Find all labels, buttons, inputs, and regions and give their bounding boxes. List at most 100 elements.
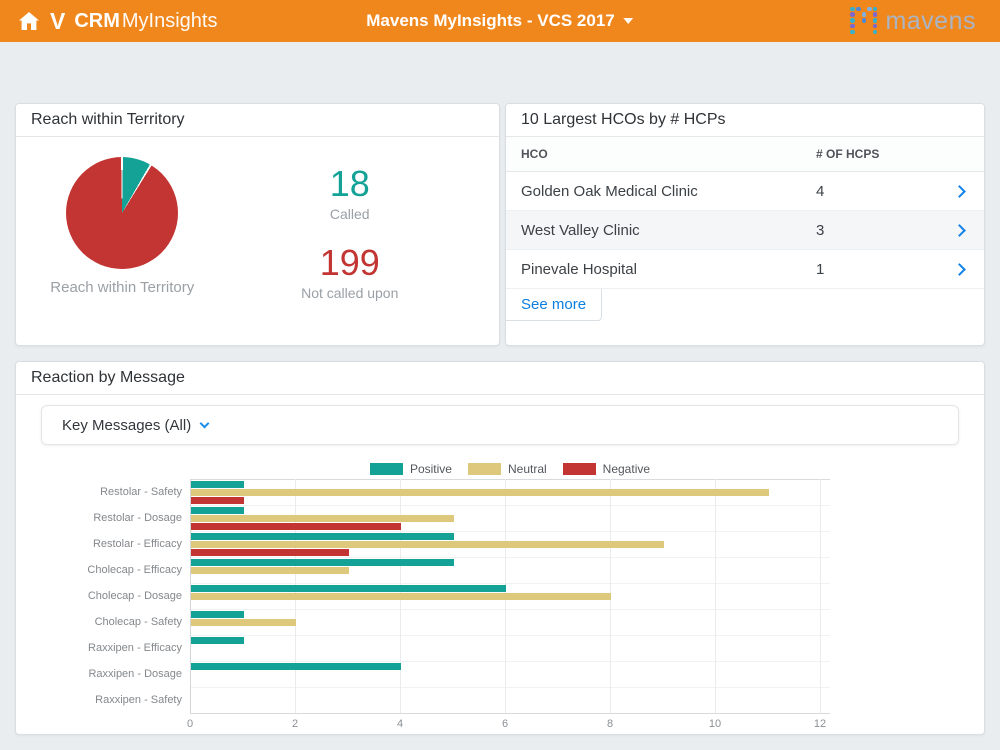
hcp-count: 1 xyxy=(816,261,824,278)
chevron-down-icon xyxy=(200,418,210,428)
legend-label: Positive xyxy=(410,462,452,476)
hco-name: Golden Oak Medical Clinic xyxy=(506,183,816,200)
bar-neutral xyxy=(191,619,296,626)
x-tick-label: 12 xyxy=(814,718,826,730)
gridline xyxy=(190,661,830,662)
bar-chart-plot[interactable] xyxy=(190,479,830,713)
reach-pie-chart[interactable] xyxy=(66,157,178,269)
chevron-right-icon[interactable] xyxy=(953,185,966,198)
reach-card-body: Reach within Territory 18 Called 199 Not… xyxy=(16,137,499,301)
legend-item: Negative xyxy=(563,462,650,476)
called-value: 18 xyxy=(330,165,370,203)
mavens-dot xyxy=(850,18,855,23)
axis-line xyxy=(190,713,830,714)
category-label: Cholecap - Efficacy xyxy=(16,557,182,583)
bar-neutral xyxy=(191,515,454,522)
mavens-dot xyxy=(850,12,855,17)
key-messages-filter[interactable]: Key Messages (All) xyxy=(41,405,959,445)
app-title: CRM MyInsights xyxy=(74,10,217,33)
called-stat: 18 Called xyxy=(330,165,370,222)
bar-neutral xyxy=(191,567,349,574)
hcp-count: 4 xyxy=(816,183,824,200)
mavens-dot xyxy=(873,12,878,17)
hco-table-body: Golden Oak Medical Clinic4West Valley Cl… xyxy=(506,172,984,289)
legend-swatch xyxy=(563,463,596,475)
gridline xyxy=(820,479,821,713)
app-logo: V CRM MyInsights xyxy=(0,8,217,35)
not-called-label: Not called upon xyxy=(301,285,398,301)
chevron-right-icon[interactable] xyxy=(953,263,966,276)
legend-item: Neutral xyxy=(468,462,547,476)
axis-line xyxy=(190,479,830,480)
category-label: Cholecap - Safety xyxy=(16,609,182,635)
x-tick-label: 4 xyxy=(397,718,403,730)
gridline xyxy=(190,531,830,532)
stats-column: 18 Called 199 Not called upon xyxy=(229,157,499,301)
category-label: Restolar - Dosage xyxy=(16,505,182,531)
mavens-dot xyxy=(873,18,878,23)
bar-neutral xyxy=(191,593,611,600)
mavens-logo-text: mavens xyxy=(885,7,976,36)
pie-label: Reach within Territory xyxy=(50,279,194,296)
legend-label: Neutral xyxy=(508,462,547,476)
chevron-down-icon xyxy=(624,18,634,24)
bar-negative xyxy=(191,549,349,556)
not-called-value: 199 xyxy=(301,244,398,282)
bar-neutral xyxy=(191,541,664,548)
gridline xyxy=(190,557,830,558)
reach-card-title: Reach within Territory xyxy=(16,104,499,137)
legend-label: Negative xyxy=(603,462,650,476)
home-icon[interactable] xyxy=(18,11,40,31)
mavens-logo-mark-icon xyxy=(850,6,877,37)
bar-neutral xyxy=(191,489,769,496)
gridline xyxy=(190,687,830,688)
app-title-light: MyInsights xyxy=(122,10,218,33)
mavens-dot xyxy=(850,30,855,35)
bar-positive xyxy=(191,559,454,566)
x-tick-label: 0 xyxy=(187,718,193,730)
pie-column: Reach within Territory xyxy=(16,157,229,301)
hco-name: West Valley Clinic xyxy=(506,222,816,239)
category-label: Raxxipen - Efficacy xyxy=(16,635,182,661)
table-row[interactable]: West Valley Clinic3 xyxy=(506,211,984,250)
bar-positive xyxy=(191,481,244,488)
mavens-dot xyxy=(862,12,867,17)
hco-table-header: HCO # OF HCPS xyxy=(506,137,984,172)
category-label: Restolar - Efficacy xyxy=(16,531,182,557)
chart-legend: Positive Neutral Negative xyxy=(190,462,830,476)
category-label: Cholecap - Dosage xyxy=(16,583,182,609)
reach-card: Reach within Territory Reach within Terr… xyxy=(15,103,500,346)
gridline xyxy=(715,479,716,713)
mavens-dot xyxy=(873,7,878,12)
category-label: Raxxipen - Safety xyxy=(16,687,182,713)
column-header-hco: HCO xyxy=(506,147,816,161)
reaction-card-title: Reaction by Message xyxy=(16,362,984,395)
table-row[interactable]: Golden Oak Medical Clinic4 xyxy=(506,172,984,211)
see-more-button[interactable]: See more xyxy=(506,289,602,321)
bar-positive xyxy=(191,663,401,670)
bar-positive xyxy=(191,585,506,592)
gridline xyxy=(190,505,830,506)
x-tick-label: 6 xyxy=(502,718,508,730)
dashboard-selector[interactable]: Mavens MyInsights - VCS 2017 xyxy=(366,11,633,31)
gridline xyxy=(190,583,830,584)
mavens-dot xyxy=(867,7,872,12)
category-label: Restolar - Safety xyxy=(16,479,182,505)
chevron-right-icon[interactable] xyxy=(953,224,966,237)
gridline xyxy=(190,609,830,610)
mavens-logo: mavens xyxy=(850,0,976,42)
bar-negative xyxy=(191,523,401,530)
not-called-stat: 199 Not called upon xyxy=(301,244,398,301)
table-row[interactable]: Pinevale Hospital1 xyxy=(506,250,984,289)
legend-item: Positive xyxy=(370,462,452,476)
called-label: Called xyxy=(330,206,370,222)
app-title-bold: CRM xyxy=(74,10,120,33)
hco-card-title: 10 Largest HCOs by # HCPs xyxy=(506,104,984,137)
x-tick-label: 8 xyxy=(607,718,613,730)
gridline xyxy=(190,635,830,636)
bar-positive xyxy=(191,533,454,540)
category-label: Raxxipen - Dosage xyxy=(16,661,182,687)
dashboard-title: Mavens MyInsights - VCS 2017 xyxy=(366,11,614,31)
mavens-dot xyxy=(873,24,878,29)
key-messages-filter-label: Key Messages (All) xyxy=(62,417,191,434)
